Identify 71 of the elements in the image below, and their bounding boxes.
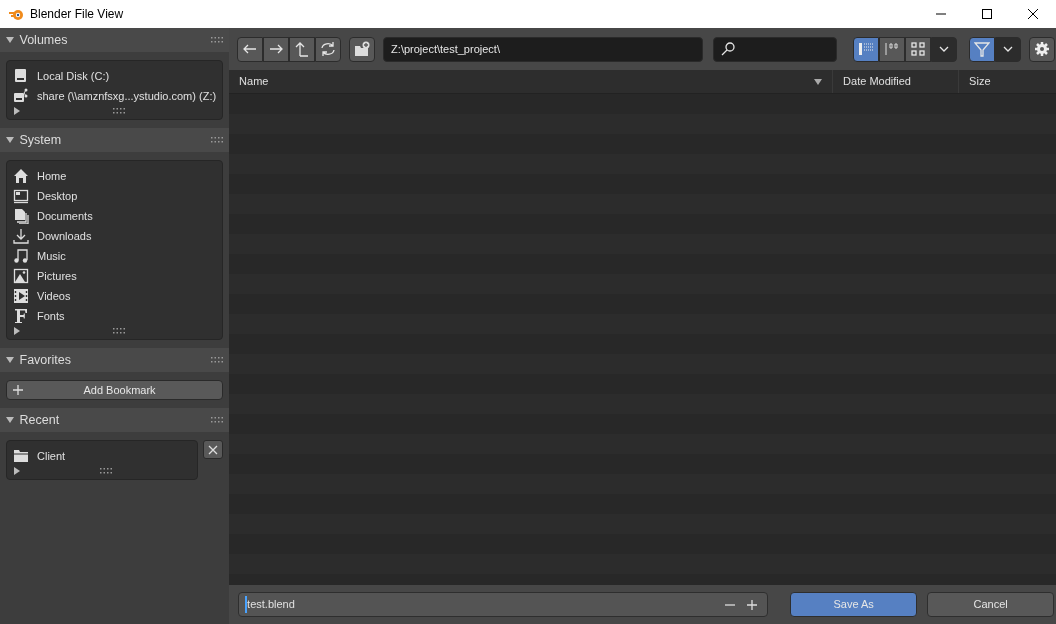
- grip-icon[interactable]: [211, 357, 224, 363]
- parent-directory-button[interactable]: [289, 36, 316, 62]
- display-mode-button[interactable]: [879, 36, 906, 62]
- grip-icon[interactable]: [211, 137, 224, 143]
- sort-arrow-icon: [814, 77, 823, 86]
- sidebar-item[interactable]: Desktop: [13, 186, 217, 206]
- clear-button[interactable]: [203, 440, 224, 459]
- add-bookmark-button[interactable]: Add Bookmark: [6, 380, 224, 400]
- forward-button[interactable]: [263, 36, 290, 62]
- sidebar-item[interactable]: Home: [13, 166, 217, 186]
- plus-icon[interactable]: [747, 599, 758, 610]
- app-logo-icon: [8, 7, 24, 21]
- sidebar-item[interactable]: Documents: [13, 206, 217, 226]
- desktop-icon: [13, 188, 29, 204]
- collapse-triangle-icon[interactable]: [6, 416, 14, 424]
- home-icon: [13, 168, 29, 184]
- sidebar-item[interactable]: Downloads: [13, 226, 217, 246]
- footer-button[interactable]: Cancel: [927, 592, 1055, 617]
- picture-icon: [13, 268, 29, 284]
- network-drive-icon: [13, 88, 29, 104]
- new-folder-icon: [354, 41, 371, 57]
- sidebar-item[interactable]: Fonts: [13, 306, 217, 326]
- filter-icon: [974, 41, 991, 57]
- grip-icon[interactable]: [112, 108, 125, 114]
- sidebar-item[interactable]: Music: [13, 246, 217, 266]
- hard-drive-icon: [13, 68, 29, 84]
- download-icon: [13, 228, 29, 244]
- refresh-button[interactable]: [315, 36, 342, 62]
- search-icon: [721, 42, 736, 56]
- column-header[interactable]: Size: [959, 70, 1050, 93]
- settings-icon: [1034, 41, 1051, 57]
- display-mode-icon: [858, 41, 875, 57]
- grip-icon[interactable]: [211, 37, 224, 43]
- display-mode-icon: [884, 41, 901, 57]
- display-mode-button[interactable]: [905, 36, 932, 62]
- new-folder-button[interactable]: [349, 36, 376, 62]
- window-title: Blender File View: [30, 6, 125, 23]
- dropdown-button[interactable]: [931, 36, 958, 62]
- search-field[interactable]: [713, 36, 838, 62]
- folder-icon: [13, 448, 29, 464]
- parent-directory-icon: [294, 41, 311, 57]
- collapse-triangle-icon[interactable]: [6, 356, 14, 364]
- filter-button[interactable]: [969, 36, 996, 62]
- collapse-triangle-icon[interactable]: [6, 36, 14, 44]
- music-note-icon: [13, 248, 29, 264]
- filename-field[interactable]: test.blend: [238, 592, 769, 617]
- close-icon: [208, 444, 219, 455]
- grip-icon[interactable]: [99, 468, 112, 474]
- back-button[interactable]: [237, 36, 264, 62]
- column-header[interactable]: Name: [229, 70, 834, 93]
- grip-icon[interactable]: [211, 417, 224, 423]
- display-mode-button[interactable]: [853, 36, 880, 62]
- expand-triangle-icon[interactable]: [13, 107, 21, 115]
- documents-icon: [13, 208, 29, 224]
- sidebar-item[interactable]: Local Disk (C:): [13, 66, 217, 86]
- expand-triangle-icon[interactable]: [13, 327, 21, 335]
- refresh-icon: [320, 41, 337, 57]
- display-mode-icon: [910, 41, 927, 57]
- film-icon: [13, 288, 29, 304]
- sidebar-item[interactable]: Videos: [13, 286, 217, 306]
- settings-button[interactable]: [1029, 36, 1056, 62]
- expand-triangle-icon[interactable]: [13, 467, 21, 475]
- collapse-triangle-icon[interactable]: [6, 136, 14, 144]
- column-header[interactable]: Date Modified: [833, 70, 960, 93]
- dropdown-button[interactable]: [995, 36, 1022, 62]
- sidebar-item[interactable]: Pictures: [13, 266, 217, 286]
- font-icon: [13, 308, 29, 324]
- sidebar-item[interactable]: share (\\amznfsxg...ystudio.com) (Z:): [13, 86, 217, 106]
- path-field[interactable]: Z:\project\test_project\: [383, 36, 704, 62]
- grip-icon[interactable]: [112, 328, 125, 334]
- plus-icon: [13, 385, 23, 395]
